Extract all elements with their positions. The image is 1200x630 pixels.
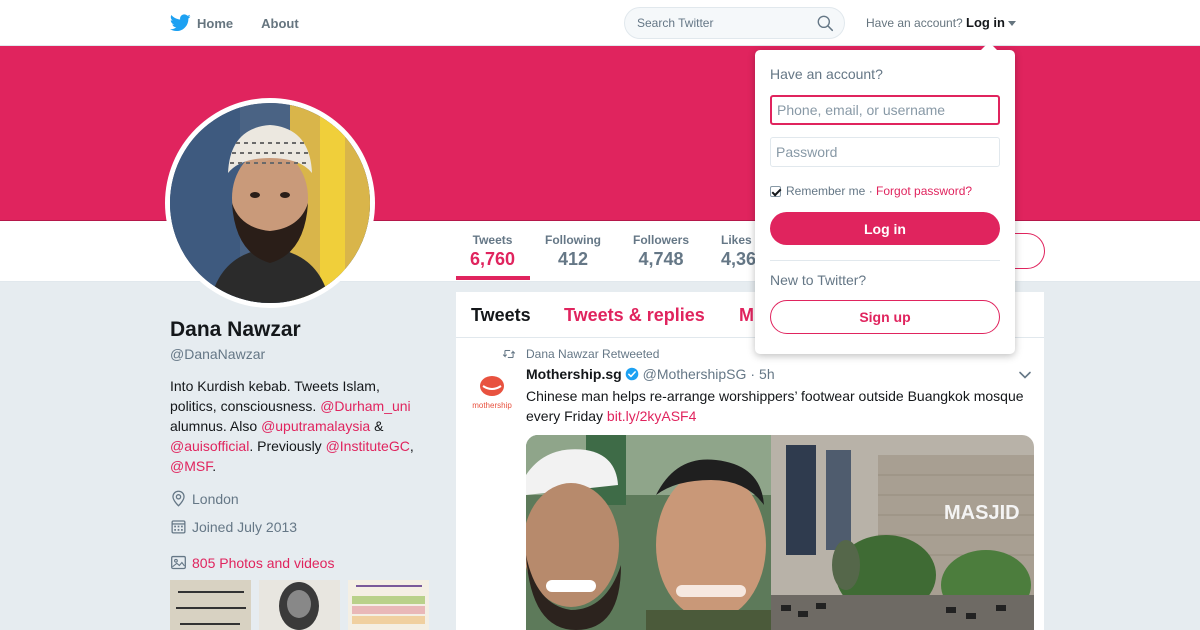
profile-bio: Into Kurdish kebab. Tweets Islam, politi… — [170, 376, 420, 476]
bio-mention-uputra[interactable]: @uputramalaysia — [261, 418, 370, 434]
profile-name[interactable]: Dana Nawzar — [170, 318, 301, 342]
stat-followers[interactable]: Followers 4,748 — [633, 233, 689, 270]
profile-joined: Joined July 2013 — [170, 518, 297, 535]
nav-home[interactable]: Home — [170, 14, 233, 32]
remember-me-checkbox[interactable] — [770, 185, 781, 197]
bio-mention-auis[interactable]: @auisofficial — [170, 438, 249, 454]
caret-down-icon — [1008, 21, 1016, 27]
media-thumbnail[interactable] — [170, 580, 251, 630]
bio-text: . Previously — [249, 438, 326, 454]
login-dropdown-toggle[interactable]: Log in — [966, 15, 1016, 30]
stat-tweets[interactable]: Tweets 6,760 — [470, 233, 515, 270]
login-button[interactable]: Log in — [770, 212, 1000, 245]
bio-text: . — [212, 458, 217, 474]
joined-text: Joined July 2013 — [192, 518, 298, 535]
search-placeholder: Search Twitter — [637, 16, 714, 30]
nav-home-label: Home — [197, 15, 234, 31]
search-icon[interactable] — [817, 15, 834, 32]
retweet-icon — [502, 349, 516, 359]
new-to-twitter-text: New to Twitter? — [770, 272, 867, 288]
calendar-icon — [171, 520, 186, 534]
profile-location: London — [170, 490, 239, 507]
stat-label: Likes — [721, 233, 752, 247]
stat-label: Following — [545, 233, 601, 247]
image-icon — [171, 555, 186, 570]
media-thumbnail[interactable] — [259, 580, 340, 630]
tweet-media[interactable]: MASJID — [526, 435, 1034, 630]
nav-about-label: About — [261, 15, 299, 31]
signup-button[interactable]: Sign up — [770, 300, 1000, 334]
password-field[interactable] — [770, 137, 1000, 167]
profile-avatar[interactable] — [165, 98, 375, 308]
tweet-text: Chinese man helps re-arrange worshippers… — [526, 386, 1031, 426]
bio-mention-durham[interactable]: @Durham_uni — [320, 398, 410, 414]
remember-row: Remember me · Forgot password? — [770, 184, 972, 198]
tweet-avatar[interactable]: mothership — [470, 372, 514, 416]
tweet-user-handle[interactable]: @MothershipSG — [643, 366, 747, 382]
location-pin-icon — [172, 490, 185, 507]
dropdown-divider — [770, 260, 1000, 261]
remember-separator: · — [865, 184, 877, 198]
chevron-down-icon[interactable] — [1018, 368, 1032, 382]
account-question: Have an account? — [866, 16, 963, 30]
stat-value: 4,36 — [721, 249, 757, 269]
login-link-label: Log in — [966, 15, 1005, 30]
active-stat-underline — [456, 276, 530, 280]
dropdown-arrow — [981, 42, 997, 50]
avatar-portrait-icon — [170, 103, 370, 303]
tweet-time[interactable]: 5h — [759, 366, 775, 382]
stat-value: 6,760 — [470, 249, 516, 269]
username-field[interactable] — [770, 95, 1000, 125]
tab-tweets[interactable]: Tweets — [471, 305, 531, 326]
forgot-password-link[interactable]: Forgot password? — [876, 184, 972, 198]
tweet-photo-icon: MASJID — [526, 435, 1034, 630]
retweet-context: Dana Nawzar Retweeted — [502, 347, 659, 361]
remember-me-label[interactable]: Remember me — [786, 184, 865, 198]
nav-left: Home About — [170, 0, 327, 46]
tweet-user-name[interactable]: Mothership.sg — [526, 366, 622, 382]
media-thumbnail[interactable] — [348, 580, 429, 630]
stat-label: Followers — [633, 233, 690, 247]
stat-label: Tweets — [472, 233, 513, 247]
search-input[interactable]: Search Twitter — [624, 7, 845, 39]
tab-media[interactable]: M — [739, 305, 754, 326]
retweet-note[interactable]: Dana Nawzar Retweeted — [526, 347, 659, 361]
stat-likes[interactable]: Likes 4,36 — [721, 233, 756, 270]
tweet-separator: · — [750, 366, 756, 382]
profile-handle[interactable]: @DanaNawzar — [170, 346, 265, 362]
bio-mention-institutegc[interactable]: @InstituteGC — [326, 438, 410, 454]
mothership-logo-icon: mothership — [470, 372, 514, 416]
stat-following[interactable]: Following 412 — [545, 233, 601, 270]
login-dropdown: Have an account? Remember me · Forgot pa… — [755, 42, 1015, 354]
masjid-sign-text: MASJID — [944, 502, 1020, 524]
verified-badge-icon — [625, 367, 638, 381]
stat-value: 412 — [557, 249, 589, 269]
avatar-photo — [170, 103, 370, 303]
bio-text: & — [370, 418, 384, 434]
bio-text: alumnus. Also — [170, 418, 262, 434]
stat-value: 4,748 — [638, 249, 684, 269]
twitter-bird-icon — [170, 14, 191, 32]
mothership-logo-text: mothership — [472, 401, 512, 410]
nav-about[interactable]: About — [261, 16, 299, 31]
photos-videos-link[interactable]: 805 Photos and videos — [170, 554, 334, 571]
photos-videos-label: 805 Photos and videos — [192, 554, 335, 571]
dropdown-title: Have an account? — [770, 66, 883, 82]
bio-text: , — [409, 438, 414, 454]
top-nav: Home About Search Twitter Have an accoun… — [0, 0, 1200, 46]
tweet-link[interactable]: bit.ly/2kyASF4 — [607, 408, 696, 424]
location-text: London — [192, 490, 239, 507]
bio-mention-msf[interactable]: @MSF — [170, 458, 212, 474]
tweet-header: Mothership.sg @MothershipSG · 5h — [526, 366, 775, 382]
tab-tweets-replies[interactable]: Tweets & replies — [564, 305, 705, 326]
tweet-body: Chinese man helps re-arrange worshippers… — [526, 388, 1024, 424]
